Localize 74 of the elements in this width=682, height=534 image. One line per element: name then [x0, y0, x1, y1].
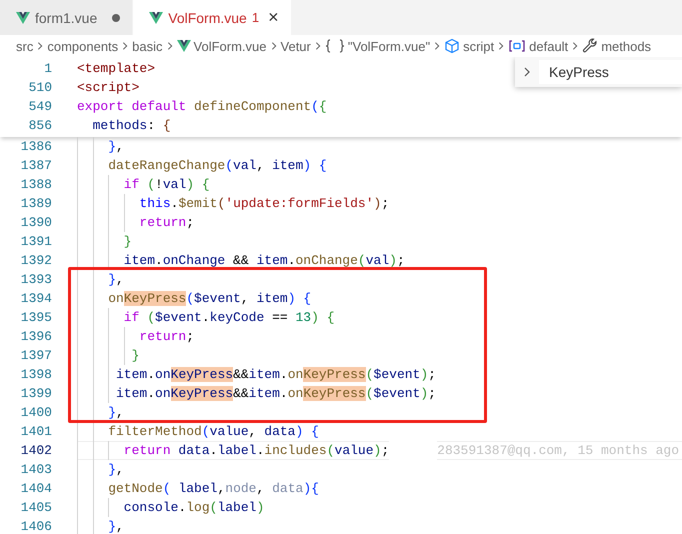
- line-number: 1405: [20, 499, 52, 517]
- code-line: if (!val) {: [122, 176, 210, 194]
- line-number: 549: [28, 98, 52, 116]
- code-line: },: [107, 138, 124, 156]
- breadcrumb-item[interactable]: "VolForm.vue": [324, 38, 430, 54]
- code-line: }: [130, 347, 140, 365]
- vue-logo-icon: [16, 12, 30, 24]
- line-number: 510: [28, 79, 52, 97]
- code-line: dateRangeChange(val, item) {: [107, 157, 327, 175]
- code-line: },: [107, 271, 124, 289]
- line-number: 1406: [20, 518, 52, 534]
- line-number: 1389: [20, 195, 52, 213]
- breadcrumb-item[interactable]: VolForm.vue: [176, 38, 267, 54]
- code-line: }: [122, 233, 132, 251]
- code-line: return;: [138, 328, 194, 346]
- code-line: item.onKeyPress&&item.onKeyPress($event);: [115, 366, 436, 384]
- breadcrumb-item[interactable]: components: [47, 38, 118, 54]
- line-number: 1402: [20, 442, 52, 460]
- editor-tab[interactable]: VolForm.vue 1 ×: [133, 0, 292, 35]
- vue-logo-icon: [176, 40, 191, 52]
- breadcrumb-item[interactable]: default: [508, 38, 568, 54]
- code-line: methods: {: [92, 117, 171, 135]
- line-number: 1386: [20, 138, 52, 156]
- line-number: 1396: [20, 328, 52, 346]
- close-button[interactable]: ×: [268, 7, 279, 28]
- code-line: item.onChange && item.onChange(val);: [122, 252, 405, 270]
- editor-tab[interactable]: form1.vue: [0, 0, 134, 35]
- code-line: onKeyPress($event, item) {: [107, 290, 312, 308]
- code-line: return data.label.includes(value);: [77, 441, 390, 460]
- braces-icon: [324, 39, 345, 53]
- code-line: },: [107, 461, 124, 479]
- search-field[interactable]: KeyPress: [539, 60, 682, 84]
- line-number: 1390: [20, 214, 52, 232]
- breadcrumb-item[interactable]: script: [444, 38, 494, 54]
- line-number: 1401: [20, 423, 52, 441]
- blame-annotation: 283591387@qq.com, 15 months ago: [437, 441, 682, 460]
- problem-count: 1: [252, 10, 260, 25]
- code-line: item.onKeyPress&&item.onKeyPress($event);: [115, 385, 436, 403]
- line-number: 1397: [20, 347, 52, 365]
- line-number: 1: [43, 60, 52, 78]
- cube-icon: [444, 38, 460, 54]
- code-line: export default defineComponent({: [77, 98, 327, 116]
- line-number: 1399: [20, 385, 52, 403]
- line-number: 1404: [20, 480, 52, 498]
- breadcrumb-item[interactable]: src: [16, 38, 34, 54]
- tab-label: VolForm.vue: [168, 10, 247, 26]
- line-number: 1387: [20, 157, 52, 175]
- code-line: <script>: [77, 79, 140, 97]
- breadcrumb-item[interactable]: methods: [582, 38, 652, 54]
- line-number: 856: [28, 117, 52, 135]
- code-line: if ($event.keyCode == 13) {: [122, 309, 335, 327]
- line-number: 1391: [20, 233, 52, 251]
- breadcrumb-item[interactable]: basic: [132, 38, 163, 54]
- line-number: 1394: [20, 290, 52, 308]
- code-line: },: [107, 518, 124, 534]
- breadcrumb-item[interactable]: Vetur: [280, 38, 311, 54]
- wrench-icon: [582, 38, 598, 54]
- line-number: 1393: [20, 271, 52, 289]
- line-number: 1392: [20, 252, 52, 270]
- variable-icon: [508, 39, 526, 53]
- code-line: filterMethod(value, data) {: [107, 423, 319, 441]
- line-number: 1398: [20, 366, 52, 384]
- line-number: 1403: [20, 461, 52, 479]
- code-line: return;: [138, 214, 194, 232]
- tab-label: form1.vue: [35, 10, 98, 26]
- code-line: },: [107, 404, 124, 422]
- vue-logo-icon: [149, 12, 164, 24]
- line-number: 1388: [20, 176, 52, 194]
- code-line: getNode( label,node, data){: [107, 480, 319, 498]
- code-line: this.$emit('update:formFields');: [138, 195, 390, 213]
- line-number: 1400: [20, 404, 52, 422]
- code-line: console.log(label): [122, 499, 264, 517]
- code-line: <template>: [77, 60, 156, 78]
- line-number: 1395: [20, 309, 52, 327]
